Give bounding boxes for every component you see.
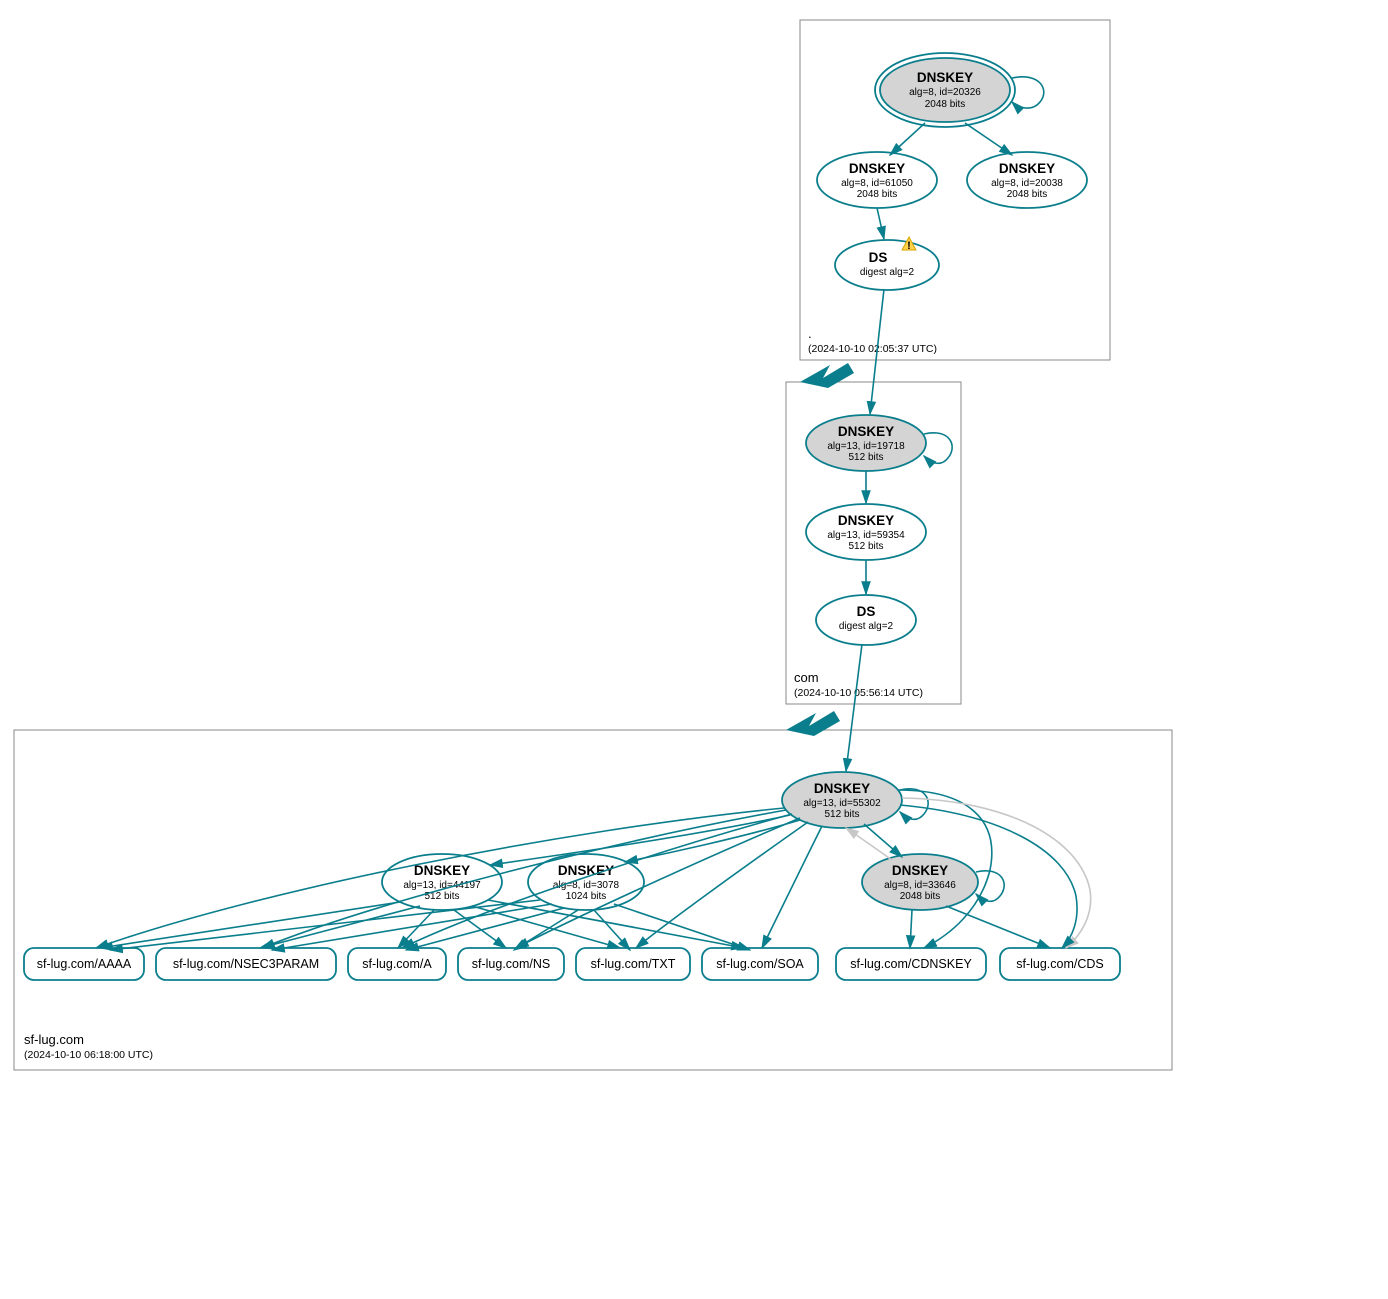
svg-text:alg=13, id=59354: alg=13, id=59354 xyxy=(827,530,905,541)
svg-text:DNSKEY: DNSKEY xyxy=(917,70,973,85)
edge-root-ksk-selfsign xyxy=(1012,77,1044,108)
svg-text:DS: DS xyxy=(869,250,888,265)
svg-text:sf-lug.com/SOA: sf-lug.com/SOA xyxy=(716,957,804,971)
rr-txt: sf-lug.com/TXT xyxy=(576,948,690,980)
rr-cdnskey: sf-lug.com/CDNSKEY xyxy=(836,948,986,980)
svg-text:sf-lug.com/CDNSKEY: sf-lug.com/CDNSKEY xyxy=(850,957,972,971)
node-domain-zsk3: DNSKEY alg=8, id=33646 2048 bits xyxy=(862,854,978,910)
node-domain-ksk: DNSKEY alg=13, id=55302 512 bits xyxy=(782,772,902,828)
rr-soa: sf-lug.com/SOA xyxy=(702,948,818,980)
svg-text:!: ! xyxy=(907,240,911,252)
svg-text:alg=8, id=33646: alg=8, id=33646 xyxy=(884,880,956,891)
edge-domksk-zsk3 xyxy=(864,824,902,857)
svg-text:alg=13, id=55302: alg=13, id=55302 xyxy=(803,798,881,809)
svg-text:alg=8, id=20038: alg=8, id=20038 xyxy=(991,178,1063,189)
edge-domksk-soa xyxy=(762,826,822,948)
svg-text:DNSKEY: DNSKEY xyxy=(414,863,470,878)
rr-cds: sf-lug.com/CDS xyxy=(1000,948,1120,980)
edge-zsk3-domksk xyxy=(846,828,892,860)
svg-text:512 bits: 512 bits xyxy=(848,452,883,463)
zone-ts-root: (2024-10-10 02:05:37 UTC) xyxy=(808,343,937,355)
svg-text:2048 bits: 2048 bits xyxy=(857,189,898,200)
svg-text:digest alg=2: digest alg=2 xyxy=(860,267,915,278)
svg-text:sf-lug.com/NSEC3PARAM: sf-lug.com/NSEC3PARAM xyxy=(173,957,319,971)
edge-domksk-selfsign xyxy=(900,789,928,820)
edge-zsk1-soa xyxy=(488,900,744,948)
svg-text:DNSKEY: DNSKEY xyxy=(838,513,894,528)
zone-label-domain: sf-lug.com xyxy=(24,1032,84,1047)
edge-zsk1-nsec3 xyxy=(260,906,420,948)
node-com-ksk: DNSKEY alg=13, id=19718 512 bits xyxy=(806,415,926,471)
svg-text:sf-lug.com/AAAA: sf-lug.com/AAAA xyxy=(37,957,132,971)
svg-text:2048 bits: 2048 bits xyxy=(925,99,966,110)
rr-a: sf-lug.com/A xyxy=(348,948,446,980)
node-root-zsk2: DNSKEY alg=8, id=20038 2048 bits xyxy=(967,152,1087,208)
svg-text:alg=8, id=61050: alg=8, id=61050 xyxy=(841,178,913,189)
delegation-arrow-root-com xyxy=(800,363,854,391)
svg-text:1024 bits: 1024 bits xyxy=(566,891,607,902)
zone-label-root: . xyxy=(808,326,812,341)
dnssec-graph: . (2024-10-10 02:05:37 UTC) com (2024-10… xyxy=(0,0,1388,1299)
rr-ns: sf-lug.com/NS xyxy=(458,948,564,980)
svg-text:sf-lug.com/CDS: sf-lug.com/CDS xyxy=(1016,957,1104,971)
svg-text:DNSKEY: DNSKEY xyxy=(999,161,1055,176)
edge-comksk-selfsign xyxy=(924,433,952,464)
svg-text:DNSKEY: DNSKEY xyxy=(838,424,894,439)
zone-ts-com: (2024-10-10 05:56:14 UTC) xyxy=(794,687,923,699)
edge-rootksk-zsk2 xyxy=(965,123,1012,155)
edge-rootzsk1-ds xyxy=(877,208,884,239)
edge-zsk3-cds xyxy=(946,906,1050,948)
edge-zsk3-cdnskey xyxy=(910,910,912,948)
svg-text:2048 bits: 2048 bits xyxy=(900,891,941,902)
svg-text:sf-lug.com/TXT: sf-lug.com/TXT xyxy=(591,957,676,971)
node-com-zsk: DNSKEY alg=13, id=59354 512 bits xyxy=(806,504,926,560)
zone-label-com: com xyxy=(794,670,819,685)
node-root-ksk: DNSKEY alg=8, id=20326 2048 bits xyxy=(875,53,1015,127)
edge-rootksk-zsk1 xyxy=(890,123,925,155)
svg-text:digest alg=2: digest alg=2 xyxy=(839,621,894,632)
svg-text:sf-lug.com/NS: sf-lug.com/NS xyxy=(472,957,551,971)
svg-text:DNSKEY: DNSKEY xyxy=(892,863,948,878)
node-com-ds: DS digest alg=2 xyxy=(816,595,916,645)
rr-aaaa: sf-lug.com/AAAA xyxy=(24,948,144,980)
svg-text:DNSKEY: DNSKEY xyxy=(849,161,905,176)
svg-text:DNSKEY: DNSKEY xyxy=(814,781,870,796)
svg-text:sf-lug.com/A: sf-lug.com/A xyxy=(362,957,432,971)
svg-text:512 bits: 512 bits xyxy=(848,541,883,552)
svg-text:alg=13, id=19718: alg=13, id=19718 xyxy=(827,441,905,452)
svg-text:512 bits: 512 bits xyxy=(824,809,859,820)
node-root-zsk1: DNSKEY alg=8, id=61050 2048 bits xyxy=(817,152,937,208)
delegation-arrow-com-domain xyxy=(786,711,840,739)
edge-zsk2-txt xyxy=(594,910,630,950)
svg-text:alg=8, id=20326: alg=8, id=20326 xyxy=(909,87,981,98)
svg-text:2048 bits: 2048 bits xyxy=(1007,189,1048,200)
svg-text:DS: DS xyxy=(857,604,876,619)
rr-nsec3param: sf-lug.com/NSEC3PARAM xyxy=(156,948,336,980)
zone-ts-domain: (2024-10-10 06:18:00 UTC) xyxy=(24,1049,153,1061)
node-root-ds: DS digest alg=2 ! xyxy=(835,237,939,290)
edge-zsk1-aaaa xyxy=(100,902,400,948)
edge-comds-domksk xyxy=(846,644,862,771)
